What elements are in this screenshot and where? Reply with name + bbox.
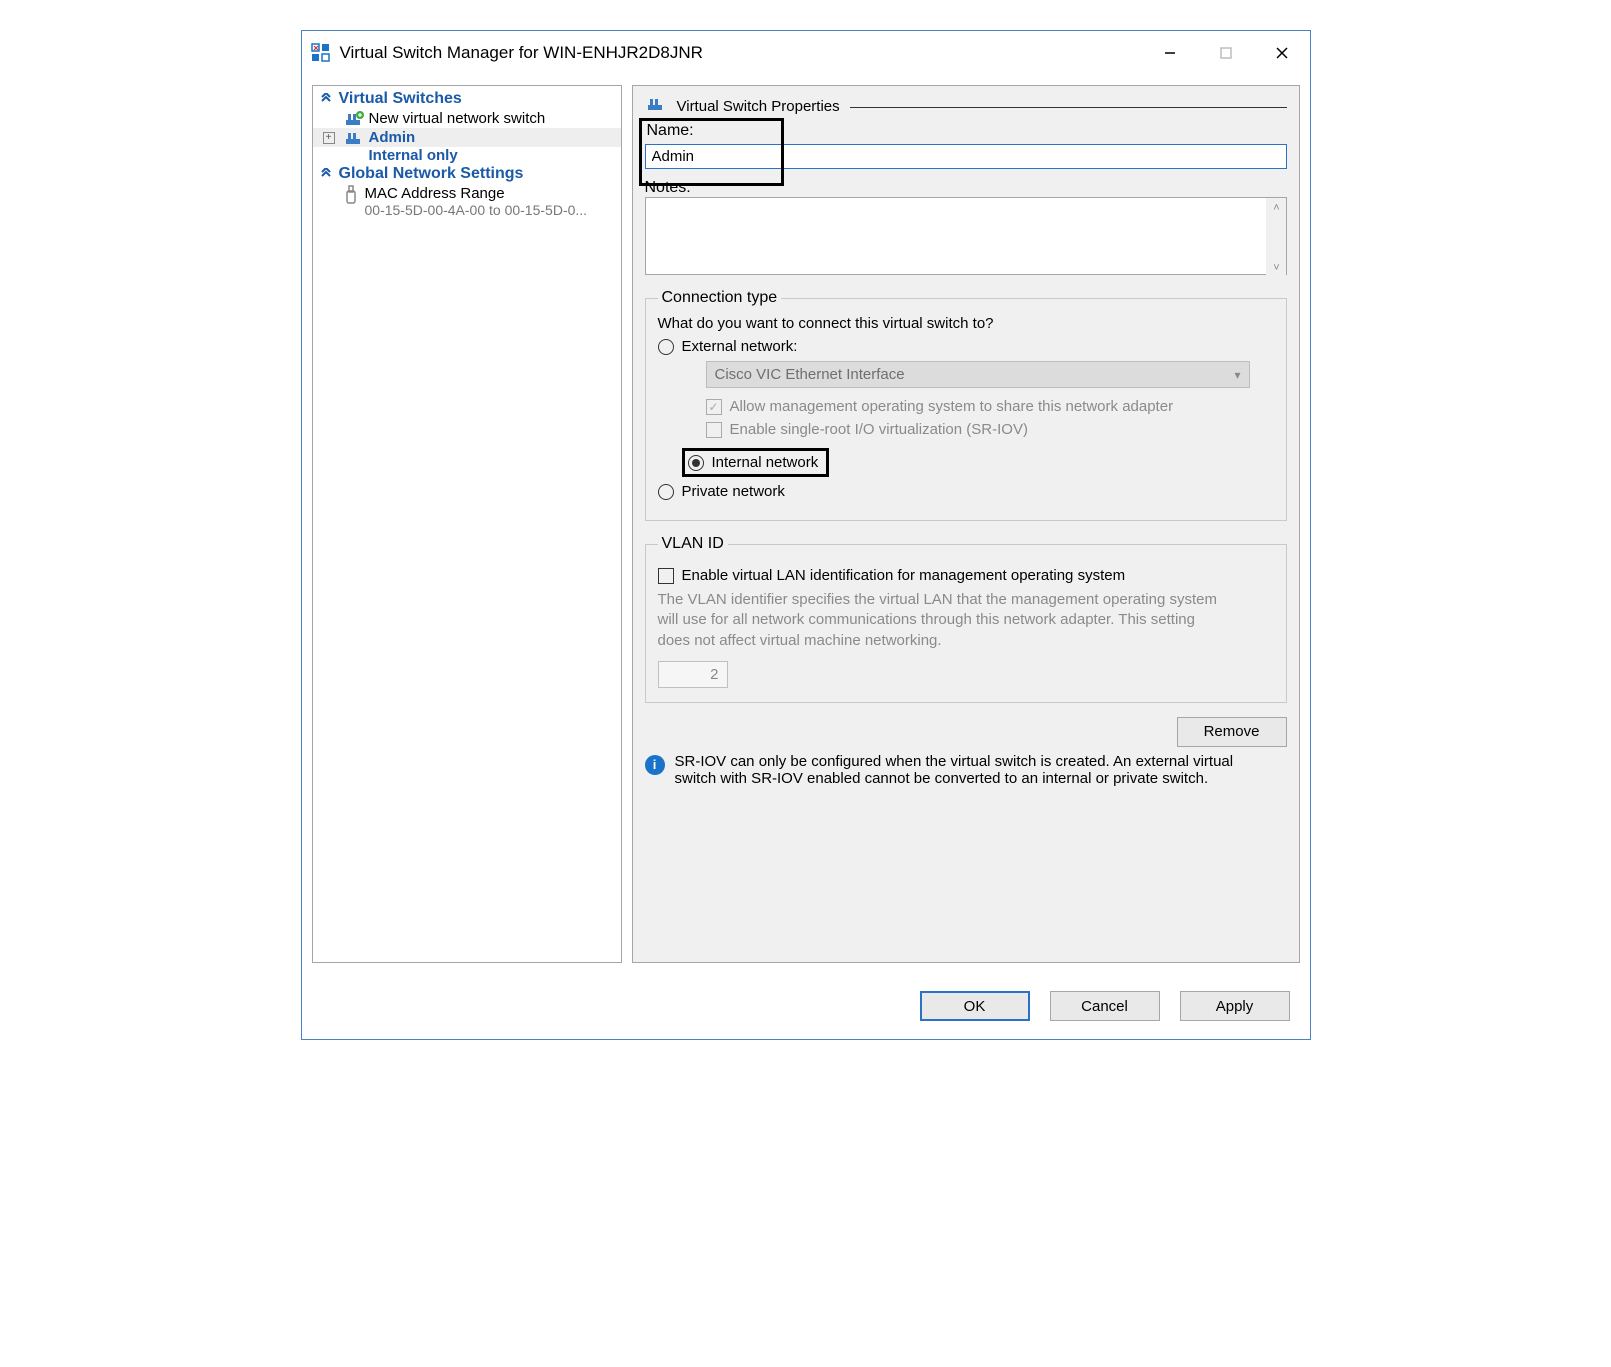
dialog-footer: OK Cancel Apply	[302, 973, 1310, 1039]
notes-textarea[interactable]	[645, 197, 1287, 275]
scroll-down-icon[interactable]: ˅	[1270, 261, 1284, 275]
checkbox-icon	[706, 399, 722, 415]
mac-range-value: 00-15-5D-00-4A-00 to 00-15-5D-0...	[365, 202, 588, 218]
scroll-up-icon[interactable]: ˄	[1270, 201, 1284, 215]
highlight-internal-annotation: Internal network	[682, 448, 830, 477]
sidebar: Virtual Switches New virtual network swi…	[312, 85, 622, 963]
sriov-label: Enable single-root I/O virtualization (S…	[730, 421, 1028, 438]
vlan-help-text: The VLAN identifier specifies the virtua…	[658, 590, 1218, 651]
radio-icon	[658, 339, 674, 355]
window-body: Virtual Switches New virtual network swi…	[302, 75, 1310, 973]
internal-network-label: Internal network	[712, 454, 819, 471]
vlan-enable-checkbox-row[interactable]: Enable virtual LAN identification for ma…	[658, 567, 1274, 584]
collapse-icon	[319, 92, 333, 106]
connection-question: What do you want to connect this virtual…	[658, 315, 1274, 332]
vlan-group: VLAN ID Enable virtual LAN identificatio…	[645, 535, 1287, 703]
switch-icon	[343, 130, 363, 146]
properties-header: Virtual Switch Properties	[645, 96, 1287, 116]
collapse-icon	[319, 167, 333, 181]
connection-type-legend: Connection type	[658, 289, 782, 307]
sriov-info-row: i SR-IOV can only be configured when the…	[645, 753, 1287, 787]
private-network-label: Private network	[682, 483, 785, 500]
info-icon: i	[645, 755, 665, 775]
name-field: Name:	[645, 122, 1287, 169]
private-network-radio[interactable]: Private network	[658, 483, 1274, 500]
switch-admin-item[interactable]: + Admin	[313, 128, 621, 147]
properties-column: Virtual Switch Properties Name: Notes: ˄	[632, 85, 1300, 963]
vswitch-icon	[645, 96, 667, 116]
cancel-button[interactable]: Cancel	[1050, 991, 1160, 1021]
remove-row: Remove	[645, 717, 1287, 747]
mac-label: MAC Address Range	[365, 185, 588, 202]
minimize-button[interactable]	[1142, 31, 1198, 74]
app-icon	[310, 42, 332, 64]
properties-panel: Virtual Switch Properties Name: Notes: ˄	[632, 85, 1300, 963]
properties-inner: Virtual Switch Properties Name: Notes: ˄	[633, 86, 1299, 962]
window-title: Virtual Switch Manager for WIN-ENHJR2D8J…	[340, 43, 703, 63]
sriov-info-text: SR-IOV can only be configured when the v…	[675, 753, 1235, 787]
name-label: Name:	[645, 122, 694, 140]
vlan-enable-label: Enable virtual LAN identification for ma…	[682, 567, 1126, 584]
dialog-window: Virtual Switch Manager for WIN-ENHJR2D8J…	[301, 30, 1311, 1040]
remove-button[interactable]: Remove	[1177, 717, 1287, 747]
virtual-switches-header[interactable]: Virtual Switches	[313, 89, 621, 109]
external-network-label: External network:	[682, 338, 798, 355]
switch-admin-subtype[interactable]: Internal only	[313, 147, 621, 164]
titlebar: Virtual Switch Manager for WIN-ENHJR2D8J…	[302, 31, 1310, 75]
checkbox-icon	[658, 568, 674, 584]
global-settings-header[interactable]: Global Network Settings	[313, 164, 621, 184]
maximize-button[interactable]	[1198, 31, 1254, 74]
switch-admin-label: Admin	[369, 129, 416, 146]
expand-icon[interactable]: +	[323, 132, 335, 144]
window-controls	[1142, 31, 1310, 74]
radio-icon	[688, 455, 704, 471]
close-button[interactable]	[1254, 31, 1310, 74]
apply-button[interactable]: Apply	[1180, 991, 1290, 1021]
external-adapter-row: Cisco VIC Ethernet Interface ▾ Allow man…	[706, 361, 1274, 438]
radio-icon	[658, 484, 674, 500]
external-network-radio[interactable]: External network:	[658, 338, 1274, 355]
vlan-id-input[interactable]: 2	[658, 661, 728, 688]
notes-label: Notes:	[645, 179, 1287, 197]
chevron-down-icon: ▾	[1234, 368, 1240, 382]
new-switch-label: New virtual network switch	[369, 110, 546, 127]
header-divider	[850, 107, 1287, 108]
notes-field: Notes: ˄ ˅	[645, 179, 1287, 279]
external-adapter-combo[interactable]: Cisco VIC Ethernet Interface ▾	[706, 361, 1250, 388]
ok-button[interactable]: OK	[920, 991, 1030, 1021]
global-settings-label: Global Network Settings	[339, 165, 524, 183]
sidebar-panel: Virtual Switches New virtual network swi…	[312, 85, 622, 963]
new-switch-icon	[343, 111, 363, 127]
vlan-legend: VLAN ID	[658, 535, 728, 553]
name-input[interactable]	[645, 144, 1287, 169]
external-adapter-value: Cisco VIC Ethernet Interface	[715, 366, 905, 383]
new-virtual-switch-item[interactable]: New virtual network switch	[313, 109, 621, 128]
virtual-switches-label: Virtual Switches	[339, 90, 462, 108]
mac-icon	[343, 185, 359, 209]
allow-mgmt-checkbox-row[interactable]: Allow management operating system to sha…	[706, 398, 1274, 415]
internal-network-row: Internal network	[682, 444, 1274, 477]
allow-mgmt-label: Allow management operating system to sha…	[730, 398, 1174, 415]
mac-address-range-item[interactable]: MAC Address Range 00-15-5D-00-4A-00 to 0…	[313, 184, 621, 219]
checkbox-icon	[706, 422, 722, 438]
sriov-checkbox-row[interactable]: Enable single-root I/O virtualization (S…	[706, 421, 1274, 438]
properties-title: Virtual Switch Properties	[677, 98, 840, 115]
connection-type-group: Connection type What do you want to conn…	[645, 289, 1287, 521]
